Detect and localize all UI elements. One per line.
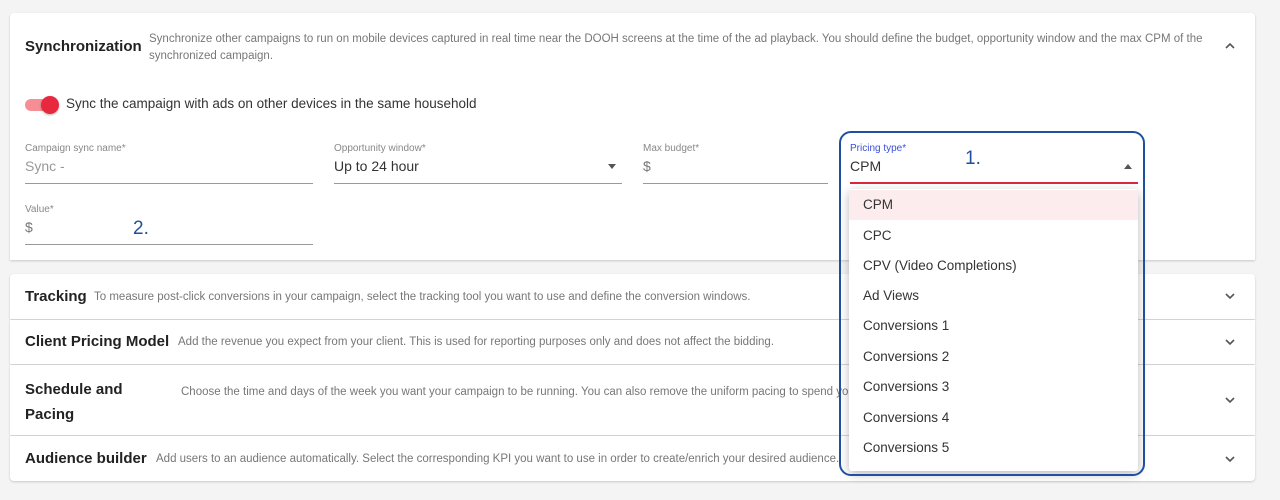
- opportunity-window-value: Up to 24 hour: [334, 158, 419, 174]
- client-pricing-model-title: Client Pricing Model: [25, 333, 170, 350]
- campaign-sync-name-label: Campaign sync name*: [25, 143, 126, 154]
- pricing-type-select[interactable]: Pricing type* CPM: [850, 143, 1138, 184]
- pricing-option-conversions-3[interactable]: Conversions 3: [849, 372, 1138, 402]
- pricing-option-conversions-2[interactable]: Conversions 2: [849, 342, 1138, 372]
- pricing-type-menu: CPM CPC CPV (Video Completions) Ad Views…: [849, 189, 1138, 471]
- chevron-down-icon[interactable]: [1223, 393, 1237, 407]
- pricing-option-conversions-1[interactable]: Conversions 1: [849, 311, 1138, 341]
- pricing-option-conversions-5[interactable]: Conversions 5: [849, 433, 1138, 463]
- pricing-option-cpv[interactable]: CPV (Video Completions): [849, 251, 1138, 281]
- toggle-knob: [41, 96, 59, 114]
- annotation-marker-2: 2.: [133, 218, 149, 239]
- pricing-option-cpm[interactable]: CPM: [849, 190, 1138, 220]
- pricing-type-underline: [850, 182, 1138, 184]
- value-field[interactable]: Value* $: [25, 204, 313, 245]
- opportunity-window-label: Opportunity window*: [334, 143, 426, 154]
- synchronization-title[interactable]: Synchronization: [25, 38, 142, 55]
- caret-down-icon[interactable]: [608, 164, 616, 169]
- sync-household-toggle[interactable]: [25, 96, 59, 114]
- max-budget-underline: [643, 183, 828, 184]
- audience-builder-title: Audience builder: [25, 450, 147, 467]
- chevron-down-icon[interactable]: [1223, 452, 1237, 466]
- sync-household-toggle-label: Sync the campaign with ads on other devi…: [66, 96, 477, 111]
- caret-up-icon[interactable]: [1124, 164, 1132, 169]
- max-budget-field[interactable]: Max budget* $: [643, 143, 828, 184]
- chevron-down-icon[interactable]: [1223, 289, 1237, 303]
- tracking-title: Tracking: [25, 288, 87, 305]
- synchronization-description: Synchronize other campaigns to run on mo…: [149, 33, 1203, 62]
- annotation-marker-1: 1.: [965, 148, 981, 169]
- pricing-type-label: Pricing type*: [850, 143, 907, 154]
- campaign-sync-name-underline: [25, 183, 313, 184]
- pricing-type-value: CPM: [850, 158, 882, 174]
- chevron-down-icon[interactable]: [1223, 335, 1237, 349]
- value-underline: [25, 244, 313, 245]
- pricing-option-conversions-4[interactable]: Conversions 4: [849, 403, 1138, 433]
- chevron-up-icon[interactable]: [1223, 39, 1237, 53]
- opportunity-window-select[interactable]: Opportunity window* Up to 24 hour: [334, 143, 622, 184]
- pricing-option-cpc[interactable]: CPC: [849, 221, 1138, 251]
- campaign-sync-name-field[interactable]: Campaign sync name* Sync -: [25, 143, 313, 184]
- client-pricing-model-description: Add the revenue you expect from your cli…: [178, 336, 775, 348]
- value-label: Value*: [25, 204, 54, 215]
- campaign-sync-name-input[interactable]: Sync -: [25, 158, 65, 174]
- tracking-description: To measure post-click conversions in you…: [94, 291, 751, 303]
- max-budget-label: Max budget*: [643, 143, 700, 154]
- max-budget-currency-prefix: $: [643, 158, 651, 174]
- schedule-and-pacing-title: Schedule and Pacing: [25, 381, 123, 423]
- audience-builder-description: Add users to an audience automatically. …: [156, 453, 840, 465]
- value-currency-prefix: $: [25, 219, 33, 235]
- pricing-option-ad-views[interactable]: Ad Views: [849, 281, 1138, 311]
- opportunity-window-underline: [334, 183, 622, 184]
